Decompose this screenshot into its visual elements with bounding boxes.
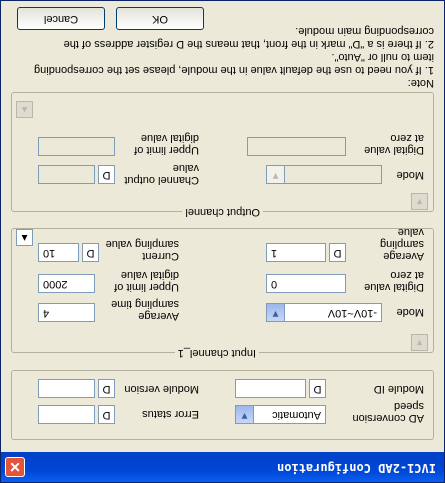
- output-digital-zero-field[interactable]: [247, 137, 346, 156]
- note-title: Note:: [407, 77, 434, 89]
- input-channel-title: Input channel_1: [174, 347, 259, 359]
- average-sampling-time-label: Average sampling time: [111, 298, 179, 322]
- input-upper-limit-label: Upper limit of digital value: [114, 269, 179, 293]
- error-status-field[interactable]: [38, 405, 95, 424]
- chevron-down-icon[interactable]: ▼: [267, 166, 285, 183]
- current-sampling-value-field[interactable]: 10: [38, 243, 79, 262]
- chevron-down-icon[interactable]: ▼: [267, 304, 285, 321]
- scroll-down-icon[interactable]: ▼: [411, 334, 428, 351]
- module-id-field[interactable]: [235, 379, 306, 398]
- module-id-label: Module ID: [373, 383, 424, 395]
- module-version-field[interactable]: [38, 379, 95, 398]
- average-sampling-value-field[interactable]: 1: [266, 243, 326, 262]
- current-sampling-d-button[interactable]: D: [82, 243, 99, 262]
- channel-output-value-field[interactable]: [38, 165, 95, 184]
- note-line: item to null or "Auto".: [331, 51, 434, 63]
- output-mode-select[interactable]: ▼: [266, 165, 382, 184]
- error-status-d-button[interactable]: D: [98, 405, 115, 424]
- ok-button[interactable]: OK: [116, 7, 204, 30]
- scroll-up-icon[interactable]: ▲: [16, 229, 33, 246]
- error-status-label: Error status: [142, 408, 199, 420]
- input-digital-zero-label: Digital value at zero: [364, 269, 424, 293]
- close-icon[interactable]: ✕: [5, 457, 25, 477]
- output-upper-limit-label: Upper limit of digital value: [134, 132, 199, 156]
- cancel-button[interactable]: Cancel: [17, 7, 105, 30]
- config-dialog: IVC1-2AD Configuration ✕ AD conversion s…: [0, 0, 445, 483]
- average-sampling-value-label: Average sampling value: [379, 226, 424, 262]
- note-line: 1. If you need to use the default value …: [34, 64, 434, 76]
- ad-conversion-value: Automatic: [272, 409, 321, 421]
- note-line: 2. If there is a "D" mark in the front, …: [63, 38, 434, 50]
- note-text: Note: 1. If you need to use the default …: [9, 24, 434, 89]
- input-upper-limit-field[interactable]: 2000: [38, 274, 95, 293]
- input-mode-label: Mode: [396, 306, 424, 318]
- output-mode-label: Mode: [396, 169, 424, 181]
- channel-output-d-button[interactable]: D: [98, 165, 115, 184]
- ad-conversion-label: AD conversion speed: [352, 400, 424, 424]
- output-digital-zero-label: Digital value at zero: [364, 132, 424, 156]
- channel-output-value-label: Channel output value: [124, 162, 199, 186]
- title-bar[interactable]: IVC1-2AD Configuration ✕: [1, 452, 444, 482]
- average-sampling-d-button[interactable]: D: [329, 243, 346, 262]
- module-version-d-button[interactable]: D: [98, 379, 115, 398]
- input-mode-select[interactable]: -10V~10V ▼: [266, 303, 382, 322]
- window-title: IVC1-2AD Configuration: [277, 461, 436, 475]
- ad-conversion-select[interactable]: Automatic ▼: [235, 405, 326, 424]
- output-channel-title: Output channel: [182, 206, 263, 218]
- module-version-label: Module version: [124, 383, 199, 395]
- input-mode-value: -10V~10V: [327, 307, 377, 319]
- scroll-down-icon[interactable]: ▼: [411, 193, 428, 210]
- output-upper-limit-field[interactable]: [38, 137, 115, 156]
- chevron-down-icon[interactable]: ▼: [236, 406, 254, 423]
- scroll-up-icon[interactable]: ▲: [16, 101, 33, 118]
- average-sampling-time-field[interactable]: 4: [38, 303, 95, 322]
- input-digital-zero-field[interactable]: 0: [266, 274, 346, 293]
- current-sampling-value-label: Current sampling value: [105, 238, 179, 262]
- module-id-d-button[interactable]: D: [309, 379, 326, 398]
